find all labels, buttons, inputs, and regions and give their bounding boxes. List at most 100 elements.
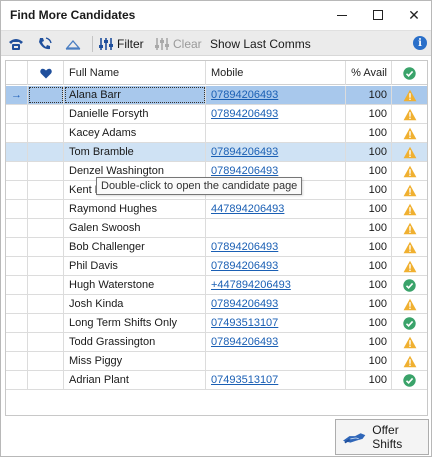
mobile-link[interactable]: 07493513107 xyxy=(211,317,278,329)
table-row[interactable]: → Alana Barr 07894206493 100 xyxy=(6,86,427,105)
mobile-link[interactable]: 07894206493 xyxy=(211,260,278,272)
row-indicator xyxy=(6,143,28,161)
mobile-link[interactable]: 07894206493 xyxy=(211,241,278,253)
favourite-cell[interactable] xyxy=(28,352,64,370)
full-name-cell[interactable]: Long Term Shifts Only xyxy=(64,314,206,332)
phone-button[interactable] xyxy=(7,35,25,53)
check-circle-icon xyxy=(403,316,416,330)
row-tooltip: Double-click to open the candidate page xyxy=(96,177,303,195)
close-button[interactable]: ✕ xyxy=(396,1,432,29)
table-row[interactable]: Danielle Forsyth 07894206493 100 xyxy=(6,105,427,124)
clear-button[interactable]: Clear xyxy=(173,37,202,51)
mobile-link[interactable]: +447894206493 xyxy=(211,279,291,291)
status-cell xyxy=(392,162,427,180)
mobile-link[interactable]: 07894206493 xyxy=(211,108,278,120)
favourite-cell[interactable] xyxy=(28,162,64,180)
filter-button[interactable]: Filter xyxy=(117,37,144,51)
clear-filter-icon xyxy=(155,38,169,50)
full-name-cell[interactable]: Adrian Plant xyxy=(64,371,206,389)
table-row[interactable]: Tom Bramble 07894206493 100 xyxy=(6,143,427,162)
mobile-link[interactable]: 07894206493 xyxy=(211,146,278,158)
warning-icon xyxy=(403,89,416,101)
favourite-cell[interactable] xyxy=(28,238,64,256)
table-row[interactable]: Kacey Adams 100 xyxy=(6,124,427,143)
avail-cell: 100 xyxy=(346,105,392,123)
full-name-cell[interactable]: Galen Swoosh xyxy=(64,219,206,237)
heart-icon xyxy=(39,68,52,78)
mobile-link[interactable]: 07894206493 xyxy=(211,89,278,101)
header-status[interactable] xyxy=(392,61,427,85)
offer-shifts-button[interactable]: Offer Shifts xyxy=(335,419,429,455)
favourite-cell[interactable] xyxy=(28,257,64,275)
full-name-cell[interactable]: Phil Davis xyxy=(64,257,206,275)
favourite-cell[interactable] xyxy=(28,200,64,218)
check-circle-icon xyxy=(403,373,416,387)
mobile-link[interactable]: 07894206493 xyxy=(211,165,278,177)
favourite-cell[interactable] xyxy=(28,219,64,237)
signal-button[interactable] xyxy=(64,35,82,53)
full-name-cell[interactable]: Miss Piggy xyxy=(64,352,206,370)
favourite-cell[interactable] xyxy=(28,276,64,294)
avail-cell: 100 xyxy=(346,200,392,218)
full-name-cell[interactable]: Josh Kinda xyxy=(64,295,206,313)
clear-icon-wrap[interactable] xyxy=(153,35,171,53)
full-name-cell[interactable]: Tom Bramble xyxy=(64,143,206,161)
favourite-cell[interactable] xyxy=(28,181,64,199)
maximize-button[interactable] xyxy=(360,1,396,29)
favourite-cell[interactable] xyxy=(28,314,64,332)
table-row[interactable]: Galen Swoosh 100 xyxy=(6,219,427,238)
table-row[interactable]: Raymond Hughes 447894206493 100 xyxy=(6,200,427,219)
mobile-cell: 07493513107 xyxy=(206,314,346,332)
status-cell xyxy=(392,200,427,218)
favourite-cell[interactable] xyxy=(28,105,64,123)
full-name-cell[interactable]: Alana Barr xyxy=(64,86,206,104)
full-name-cell[interactable]: Hugh Waterstone xyxy=(64,276,206,294)
table-row[interactable]: Todd Grassington 07894206493 100 xyxy=(6,333,427,352)
favourite-cell[interactable] xyxy=(28,371,64,389)
favourite-cell[interactable] xyxy=(28,295,64,313)
close-icon: ✕ xyxy=(408,6,420,23)
mobile-link[interactable]: 07493513107 xyxy=(211,374,278,386)
header-favourite[interactable] xyxy=(28,61,64,85)
warning-icon xyxy=(403,127,416,139)
mobile-link[interactable]: 07894206493 xyxy=(211,336,278,348)
mobile-link[interactable]: 447894206493 xyxy=(211,203,284,215)
full-name-cell[interactable]: Bob Challenger xyxy=(64,238,206,256)
info-icon[interactable]: i xyxy=(413,36,427,50)
favourite-cell[interactable] xyxy=(28,86,64,104)
header-avail[interactable]: % Avail xyxy=(346,61,392,85)
status-cell xyxy=(392,86,427,104)
favourite-cell[interactable] xyxy=(28,333,64,351)
avail-cell: 100 xyxy=(346,238,392,256)
warning-icon xyxy=(403,203,416,215)
minimize-button[interactable] xyxy=(324,1,360,29)
table-row[interactable]: Josh Kinda 07894206493 100 xyxy=(6,295,427,314)
table-row[interactable]: Long Term Shifts Only 07493513107 100 xyxy=(6,314,427,333)
table-row[interactable]: Adrian Plant 07493513107 100 xyxy=(6,371,427,390)
table-row[interactable]: Phil Davis 07894206493 100 xyxy=(6,257,427,276)
warning-icon xyxy=(403,260,416,272)
header-mobile[interactable]: Mobile xyxy=(206,61,346,85)
table-row[interactable]: Miss Piggy 100 xyxy=(6,352,427,371)
status-cell xyxy=(392,333,427,351)
show-last-comms-button[interactable]: Show Last Comms xyxy=(210,37,311,51)
mobile-link[interactable]: 07894206493 xyxy=(211,298,278,310)
table-row[interactable]: Hugh Waterstone +447894206493 100 xyxy=(6,276,427,295)
full-name-cell[interactable]: Kacey Adams xyxy=(64,124,206,142)
maximize-icon xyxy=(373,10,383,20)
check-circle-icon xyxy=(403,278,416,292)
avail-cell: 100 xyxy=(346,257,392,275)
full-name-cell[interactable]: Raymond Hughes xyxy=(64,200,206,218)
filter-icon-wrap[interactable] xyxy=(97,35,115,53)
full-name-cell[interactable]: Todd Grassington xyxy=(64,333,206,351)
full-name-cell[interactable]: Danielle Forsyth xyxy=(64,105,206,123)
call-button[interactable] xyxy=(36,35,54,53)
row-indicator xyxy=(6,371,28,389)
row-indicator xyxy=(6,295,28,313)
header-full-name[interactable]: Full Name xyxy=(64,61,206,85)
status-cell xyxy=(392,276,427,294)
mobile-cell xyxy=(206,352,346,370)
favourite-cell[interactable] xyxy=(28,143,64,161)
favourite-cell[interactable] xyxy=(28,124,64,142)
table-row[interactable]: Bob Challenger 07894206493 100 xyxy=(6,238,427,257)
